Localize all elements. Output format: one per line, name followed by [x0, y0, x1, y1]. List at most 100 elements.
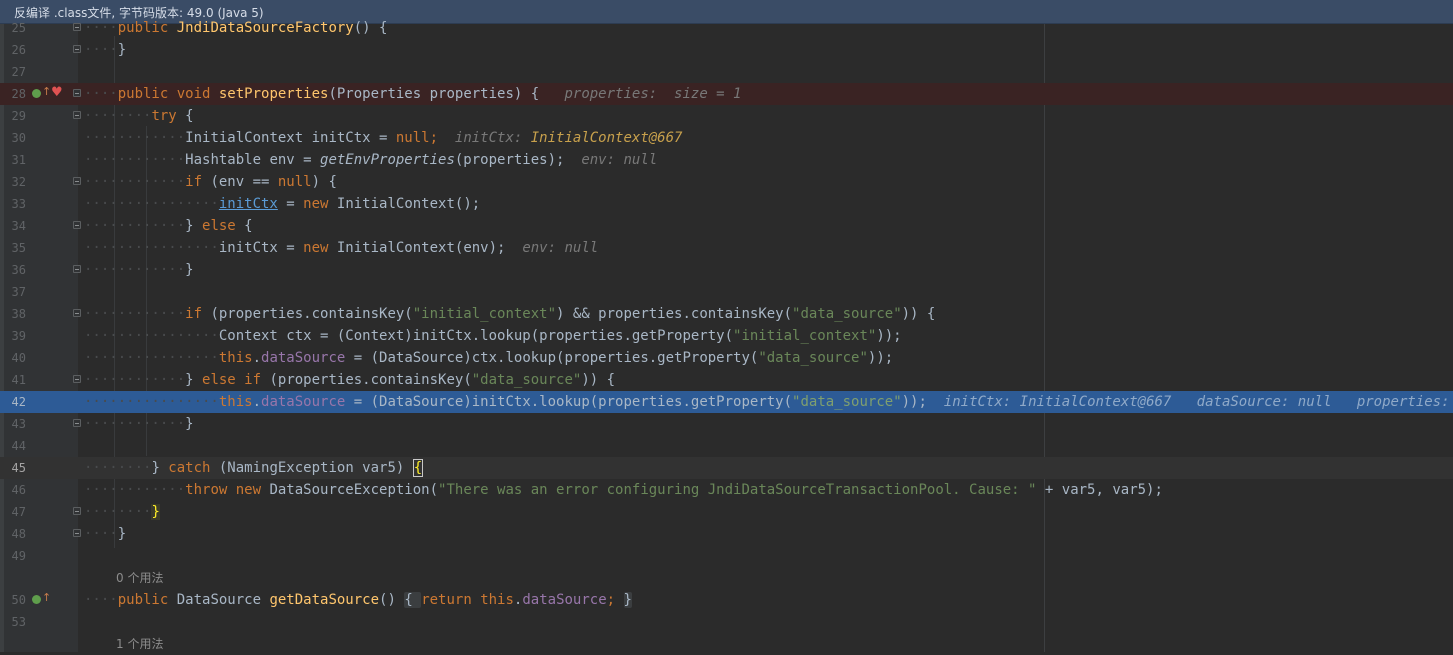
code-line-execution-point[interactable]: 42 ················this.dataSource = (Da… [0, 391, 1453, 413]
code-line[interactable]: 40 ················this.dataSource = (Da… [0, 347, 1453, 369]
code-line[interactable]: 39 ················Context ctx = (Contex… [0, 325, 1453, 347]
code-text: ············} [84, 416, 194, 432]
line-number: 25 [11, 21, 26, 35]
line-number: 40 [11, 351, 26, 365]
code-text: ············throw new DataSourceExceptio… [84, 482, 1163, 498]
code-text: ····public DataSource getDataSource() { … [84, 592, 632, 608]
line-number: 53 [11, 615, 26, 629]
code-text: ············} else if (properties.contai… [84, 372, 616, 388]
code-text: ········} catch (NamingException var5) { [84, 459, 424, 477]
code-text: ····} [84, 42, 127, 58]
implements-arrow-icon[interactable]: ↑ [42, 85, 51, 98]
code-line[interactable]: 29 ········try { [0, 105, 1453, 127]
fold-marker[interactable] [73, 507, 81, 515]
line-number: 37 [11, 285, 26, 299]
fold-marker[interactable] [73, 419, 81, 427]
line-number: 38 [11, 307, 26, 321]
code-text: ············if (properties.containsKey("… [84, 306, 936, 322]
line-number: 45 [11, 461, 26, 475]
implements-arrow-icon[interactable]: ↑ [42, 591, 51, 604]
code-line[interactable]: 50 ↑ ····public DataSource getDataSource… [0, 589, 1453, 611]
usages-hint[interactable]: 0 个用法 [116, 567, 163, 589]
fold-marker[interactable] [73, 111, 81, 119]
code-line[interactable]: 27 [0, 61, 1453, 83]
fold-marker[interactable] [73, 375, 81, 383]
method-breakpoint-icon[interactable]: ♥ [51, 85, 63, 100]
code-line[interactable]: 44 [0, 435, 1453, 457]
code-line[interactable]: 26 ····} [0, 39, 1453, 61]
code-text: ············} [84, 262, 194, 278]
variable-link[interactable]: initCtx [219, 196, 278, 212]
code-line-caret[interactable]: 45 ········} catch (NamingException var5… [0, 457, 1453, 479]
line-number: 36 [11, 263, 26, 277]
matched-brace: { [412, 459, 424, 477]
line-number: 48 [11, 527, 26, 541]
code-line[interactable]: 35 ················initCtx = new Initial… [0, 237, 1453, 259]
code-line[interactable]: 53 [0, 611, 1453, 633]
code-text: ········try { [84, 108, 194, 124]
code-line[interactable]: 37 [0, 281, 1453, 303]
code-text: ················initCtx = new InitialCon… [84, 196, 481, 212]
line-number: 42 [11, 395, 26, 409]
inline-debug-hint: properties: size = 1 [564, 86, 742, 102]
fold-marker[interactable] [73, 265, 81, 273]
line-number: 46 [11, 483, 26, 497]
line-number: 43 [11, 417, 26, 431]
code-text: ····public void setProperties(Properties… [84, 86, 742, 102]
code-line[interactable]: 33 ················initCtx = new Initial… [0, 193, 1453, 215]
code-line[interactable]: 46 ············throw new DataSourceExcep… [0, 479, 1453, 501]
code-line[interactable]: 48 ····} [0, 523, 1453, 545]
code-line[interactable]: 34 ············} else { [0, 215, 1453, 237]
matched-brace: } [151, 504, 160, 520]
code-text: ············if (env == null) { [84, 174, 337, 190]
line-number: 41 [11, 373, 26, 387]
code-line[interactable]: 38 ············if (properties.containsKe… [0, 303, 1453, 325]
line-number: 35 [11, 241, 26, 255]
fold-marker[interactable] [73, 45, 81, 53]
line-number: 49 [11, 549, 26, 563]
code-line[interactable]: 47 ········} [0, 501, 1453, 523]
line-number: 32 [11, 175, 26, 189]
line-number: 34 [11, 219, 26, 233]
fold-marker[interactable] [73, 23, 81, 31]
line-number: 26 [11, 43, 26, 57]
fold-marker[interactable] [73, 309, 81, 317]
code-text: ············InitialContext initCtx = nul… [84, 130, 683, 146]
code-line[interactable]: 32 ············if (env == null) { [0, 171, 1453, 193]
code-text: ················this.dataSource = (DataS… [84, 350, 894, 366]
override-icon[interactable] [32, 595, 41, 604]
code-text: ············} else { [84, 218, 253, 234]
line-number: 30 [11, 131, 26, 145]
code-text: ················this.dataSource = (DataS… [84, 391, 1453, 413]
code-line[interactable]: 25 ····public JndiDataSourceFactory() { [0, 17, 1453, 39]
fold-marker[interactable] [73, 89, 81, 97]
code-text: ················Context ctx = (Context)i… [84, 328, 902, 344]
line-number: 29 [11, 109, 26, 123]
code-line[interactable]: 31 ············Hashtable env = getEnvPro… [0, 149, 1453, 171]
code-line[interactable]: 43 ············} [0, 413, 1453, 435]
line-number: 39 [11, 329, 26, 343]
line-number: 31 [11, 153, 26, 167]
code-line-breakpoint[interactable]: 28 ↑ ♥ ····public void setProperties(Pro… [0, 83, 1453, 105]
code-line[interactable]: 36 ············} [0, 259, 1453, 281]
inline-debug-hint: env: null [581, 152, 658, 168]
inline-debug-hint: initCtx: InitialContext@667 [943, 394, 1172, 410]
code-text: ····public JndiDataSourceFactory() { [84, 20, 388, 36]
code-line[interactable]: 30 ············InitialContext initCtx = … [0, 127, 1453, 149]
inline-debug-hint: env: null [522, 240, 599, 256]
line-number: 47 [11, 505, 26, 519]
line-number: 27 [11, 65, 26, 79]
inline-debug-hint: dataSource: null [1196, 394, 1332, 410]
fold-marker[interactable] [73, 221, 81, 229]
code-text: ········} [84, 504, 160, 520]
code-text: ············Hashtable env = getEnvProper… [84, 152, 658, 168]
inline-debug-hint: initCtx: [454, 130, 531, 146]
override-icon[interactable] [32, 89, 41, 98]
code-line[interactable]: 49 [0, 545, 1453, 567]
inline-debug-hint: properties: size [1356, 394, 1450, 410]
fold-marker[interactable] [73, 529, 81, 537]
fold-marker[interactable] [73, 177, 81, 185]
line-number: 28 [11, 87, 26, 101]
code-line[interactable]: 41 ············} else if (properties.con… [0, 369, 1453, 391]
line-number: 44 [11, 439, 26, 453]
